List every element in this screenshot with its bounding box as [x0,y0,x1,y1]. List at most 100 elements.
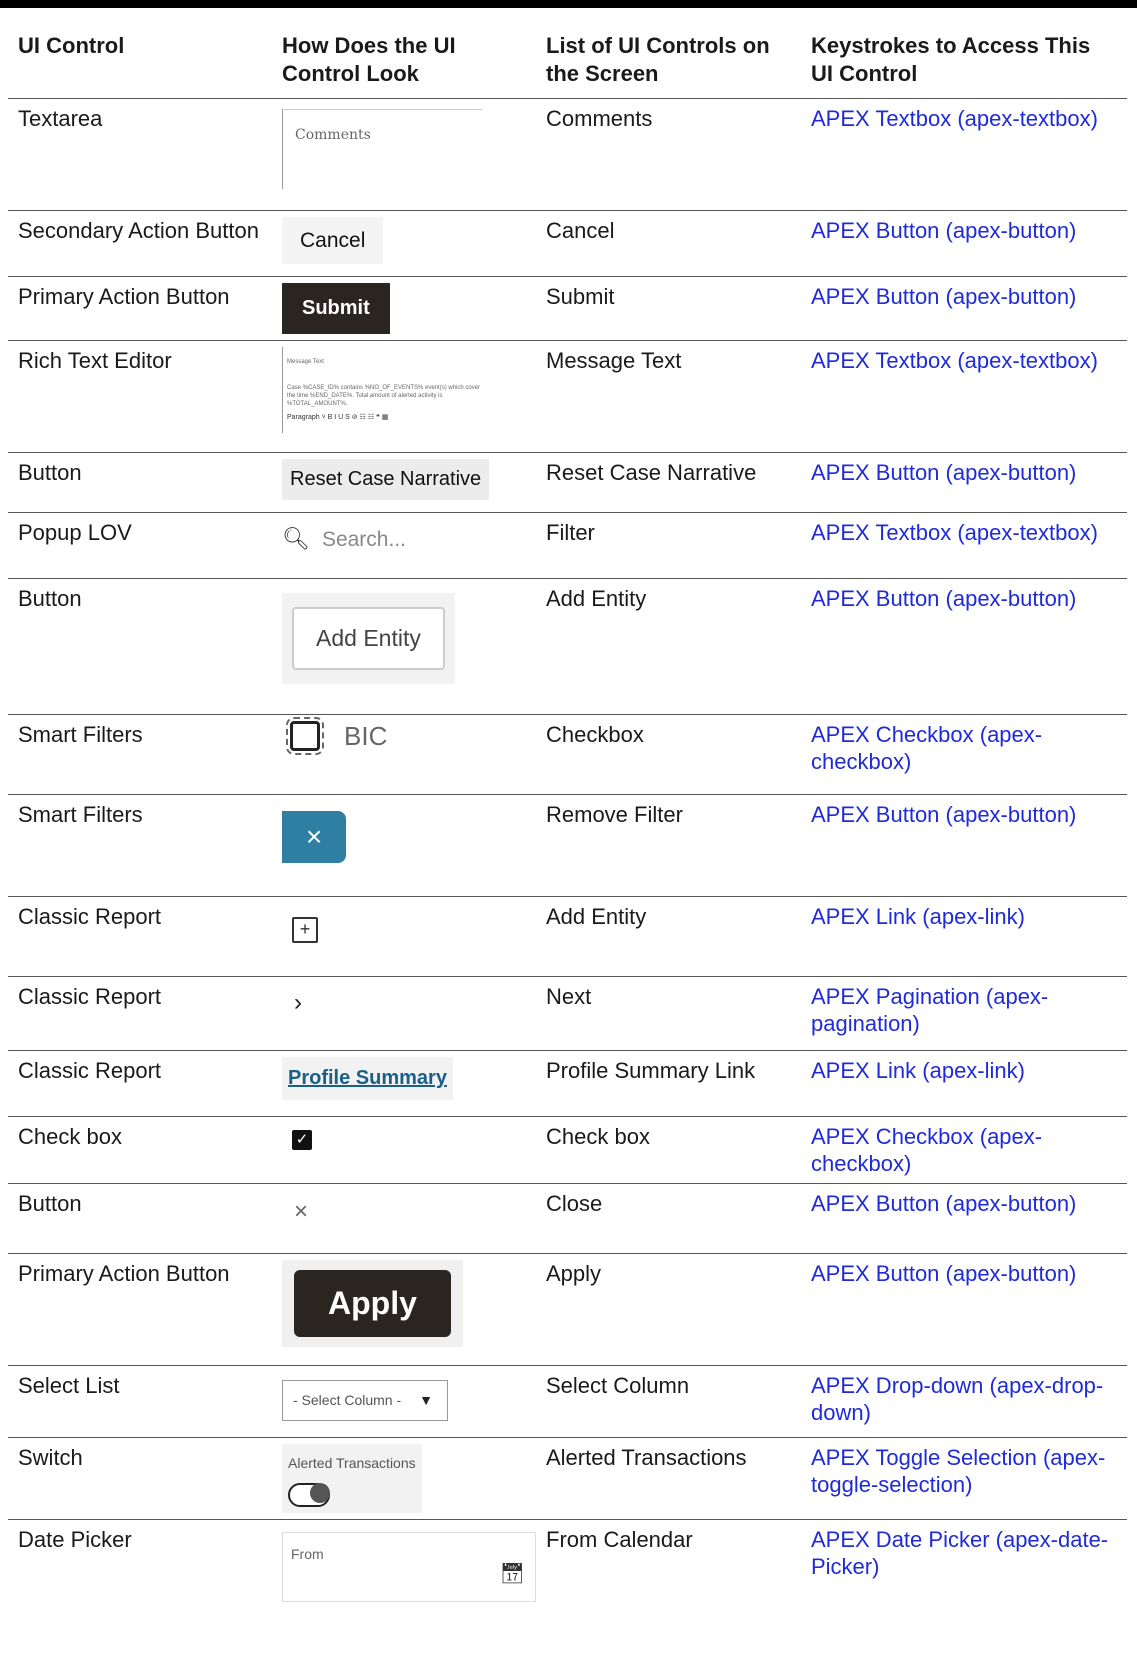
table-row: Switch Alerted Transactions Alerted Tran… [8,1437,1127,1520]
keystroke-link[interactable]: APEX Button (apex-button) [811,586,1076,611]
table-row: Smart Filters BIC Checkbox APEX Checkbox… [8,714,1127,795]
look-cell: Cancel [272,210,536,277]
control-type: Date Picker [18,1527,132,1552]
control-name: Alerted Transactions [536,1437,801,1520]
table-row: Textarea Comments Comments APEX Textbox … [8,98,1127,211]
table-row: Date Picker From 📅︎ From Calendar APEX D… [8,1520,1127,1610]
look-cell: Submit [272,276,536,341]
reset-case-narrative-button[interactable]: Reset Case Narrative [282,459,490,500]
profile-summary-link[interactable]: Profile Summary [282,1057,453,1100]
chevron-right-icon[interactable]: › [294,983,302,1016]
look-cell: From 📅︎ [272,1520,536,1610]
keystroke-link[interactable]: APEX Drop-down (apex-drop-down) [811,1373,1103,1425]
plus-icon[interactable]: + [292,917,318,943]
comments-textarea[interactable]: Comments [282,109,482,189]
table-row: Smart Filters × Remove Filter APEX Butto… [8,794,1127,897]
from-date-picker[interactable]: From 📅︎ [282,1532,536,1602]
look-cell: Comments [272,98,536,211]
control-type: Button [8,578,272,715]
control-type: Primary Action Button [8,1253,272,1366]
table-row: Primary Action Button Submit Submit APEX… [8,276,1127,341]
control-name: Add Entity [536,578,801,715]
add-entity-button[interactable]: Add Entity [292,607,445,670]
keystroke-link[interactable]: APEX Pagination (apex-pagination) [811,984,1048,1036]
bic-label: BIC [344,720,388,751]
control-type: Classic Report [8,1050,272,1117]
control-name: From Calendar [546,1527,693,1552]
keystroke-link[interactable]: APEX Button (apex-button) [811,218,1076,243]
look-cell: Message Text Case %CASE_ID% contains %NO… [272,340,536,453]
search-placeholder: Search... [321,528,406,551]
table-row: Select List - Select Column - ▼ Select C… [8,1365,1127,1438]
table-row: Primary Action Button Apply Apply APEX B… [8,1253,1127,1366]
control-name: Close [536,1183,801,1254]
ui-controls-table: UI Control How Does the UI Control Look … [8,8,1127,1610]
remove-filter-button[interactable]: × [282,811,346,863]
toggle-track[interactable] [288,1483,330,1507]
control-type: Rich Text Editor [8,340,272,453]
keystroke-link[interactable]: APEX Checkbox (apex-checkbox) [811,1124,1042,1176]
submit-button[interactable]: Submit [282,283,390,334]
control-type: Button [8,1183,272,1254]
header-keystrokes: Keystrokes to Access This UI Control [801,8,1127,99]
keystroke-link[interactable]: APEX Button (apex-button) [811,802,1076,827]
control-name: Checkbox [536,714,801,795]
table-row: Rich Text Editor Message Text Case %CASE… [8,340,1127,453]
look-cell: Profile Summary [272,1050,536,1117]
keystroke-link[interactable]: APEX Button (apex-button) [811,284,1076,309]
look-cell: Alerted Transactions [272,1437,536,1520]
keystroke-link[interactable]: APEX Button (apex-button) [811,1191,1076,1216]
keystroke-link[interactable]: APEX Link (apex-link) [811,904,1025,929]
table-row: Button × Close APEX Button (apex-button) [8,1183,1127,1254]
control-type: Select List [8,1365,272,1438]
look-cell: Apply [272,1253,536,1366]
keystroke-link[interactable]: APEX Checkbox (apex-checkbox) [811,722,1042,774]
control-type: Classic Report [8,896,272,977]
bic-checkbox[interactable]: BIC [282,717,526,755]
rich-text-editor[interactable]: Message Text Case %CASE_ID% contains %NO… [282,347,494,433]
control-name: Check box [536,1116,801,1184]
apply-button[interactable]: Apply [294,1270,451,1337]
control-name: Message Text [536,340,801,453]
header-row: UI Control How Does the UI Control Look … [8,8,1127,99]
keystroke-link[interactable]: APEX Textbox (apex-textbox) [811,106,1098,131]
select-column-dropdown[interactable]: - Select Column - ▼ [282,1380,448,1421]
control-type: Textarea [8,98,272,211]
check-icon[interactable]: ✓ [292,1130,312,1150]
control-type: Smart Filters [8,714,272,795]
calendar-icon[interactable]: 📅︎ [500,1561,525,1588]
cancel-button[interactable]: Cancel [282,217,384,264]
checkbox-icon [286,717,324,755]
keystroke-link[interactable]: APEX Button (apex-button) [811,1261,1076,1286]
keystroke-link[interactable]: APEX Textbox (apex-textbox) [811,348,1098,373]
table-row: Button Reset Case Narrative Reset Case N… [8,452,1127,513]
control-type: Smart Filters [8,794,272,897]
control-name: Comments [536,98,801,211]
look-cell: × [272,794,536,897]
look-cell: × [272,1183,536,1254]
keystroke-link[interactable]: APEX Toggle Selection (apex-toggle-selec… [811,1445,1105,1497]
look-cell: + [272,896,536,977]
keystroke-link[interactable]: APEX Date Picker (apex-date-Picker) [811,1527,1108,1579]
header-controls-list: List of UI Controls on the Screen [536,8,801,99]
control-type: Button [8,452,272,513]
table-row: Check box ✓ Check box APEX Checkbox (ape… [8,1116,1127,1184]
look-cell: Add Entity [272,578,536,715]
caret-down-icon: ▼ [419,1392,433,1408]
look-cell: Reset Case Narrative [272,452,536,513]
control-name: Submit [536,276,801,341]
keystroke-link[interactable]: APEX Button (apex-button) [811,460,1076,485]
alerted-transactions-switch[interactable]: Alerted Transactions [282,1444,422,1513]
close-icon[interactable]: × [294,1190,308,1225]
search-input[interactable]: 🔍︎ Search... [282,519,526,553]
control-type: Primary Action Button [8,276,272,341]
keystroke-link[interactable]: APEX Link (apex-link) [811,1058,1025,1083]
rte-toolbar[interactable]: Paragraph ˅ B I U S ⊘ ☷ ☷ ❝ ▦ [287,404,388,431]
table-row: Popup LOV 🔍︎ Search... Filter APEX Textbo… [8,512,1127,579]
control-name: Select Column [536,1365,801,1438]
control-name: Next [536,976,801,1051]
table-row: Secondary Action Button Cancel Cancel AP… [8,210,1127,277]
add-entity-wrapper: Add Entity [282,593,455,684]
look-cell: 🔍︎ Search... [272,512,536,579]
keystroke-link[interactable]: APEX Textbox (apex-textbox) [811,520,1098,545]
